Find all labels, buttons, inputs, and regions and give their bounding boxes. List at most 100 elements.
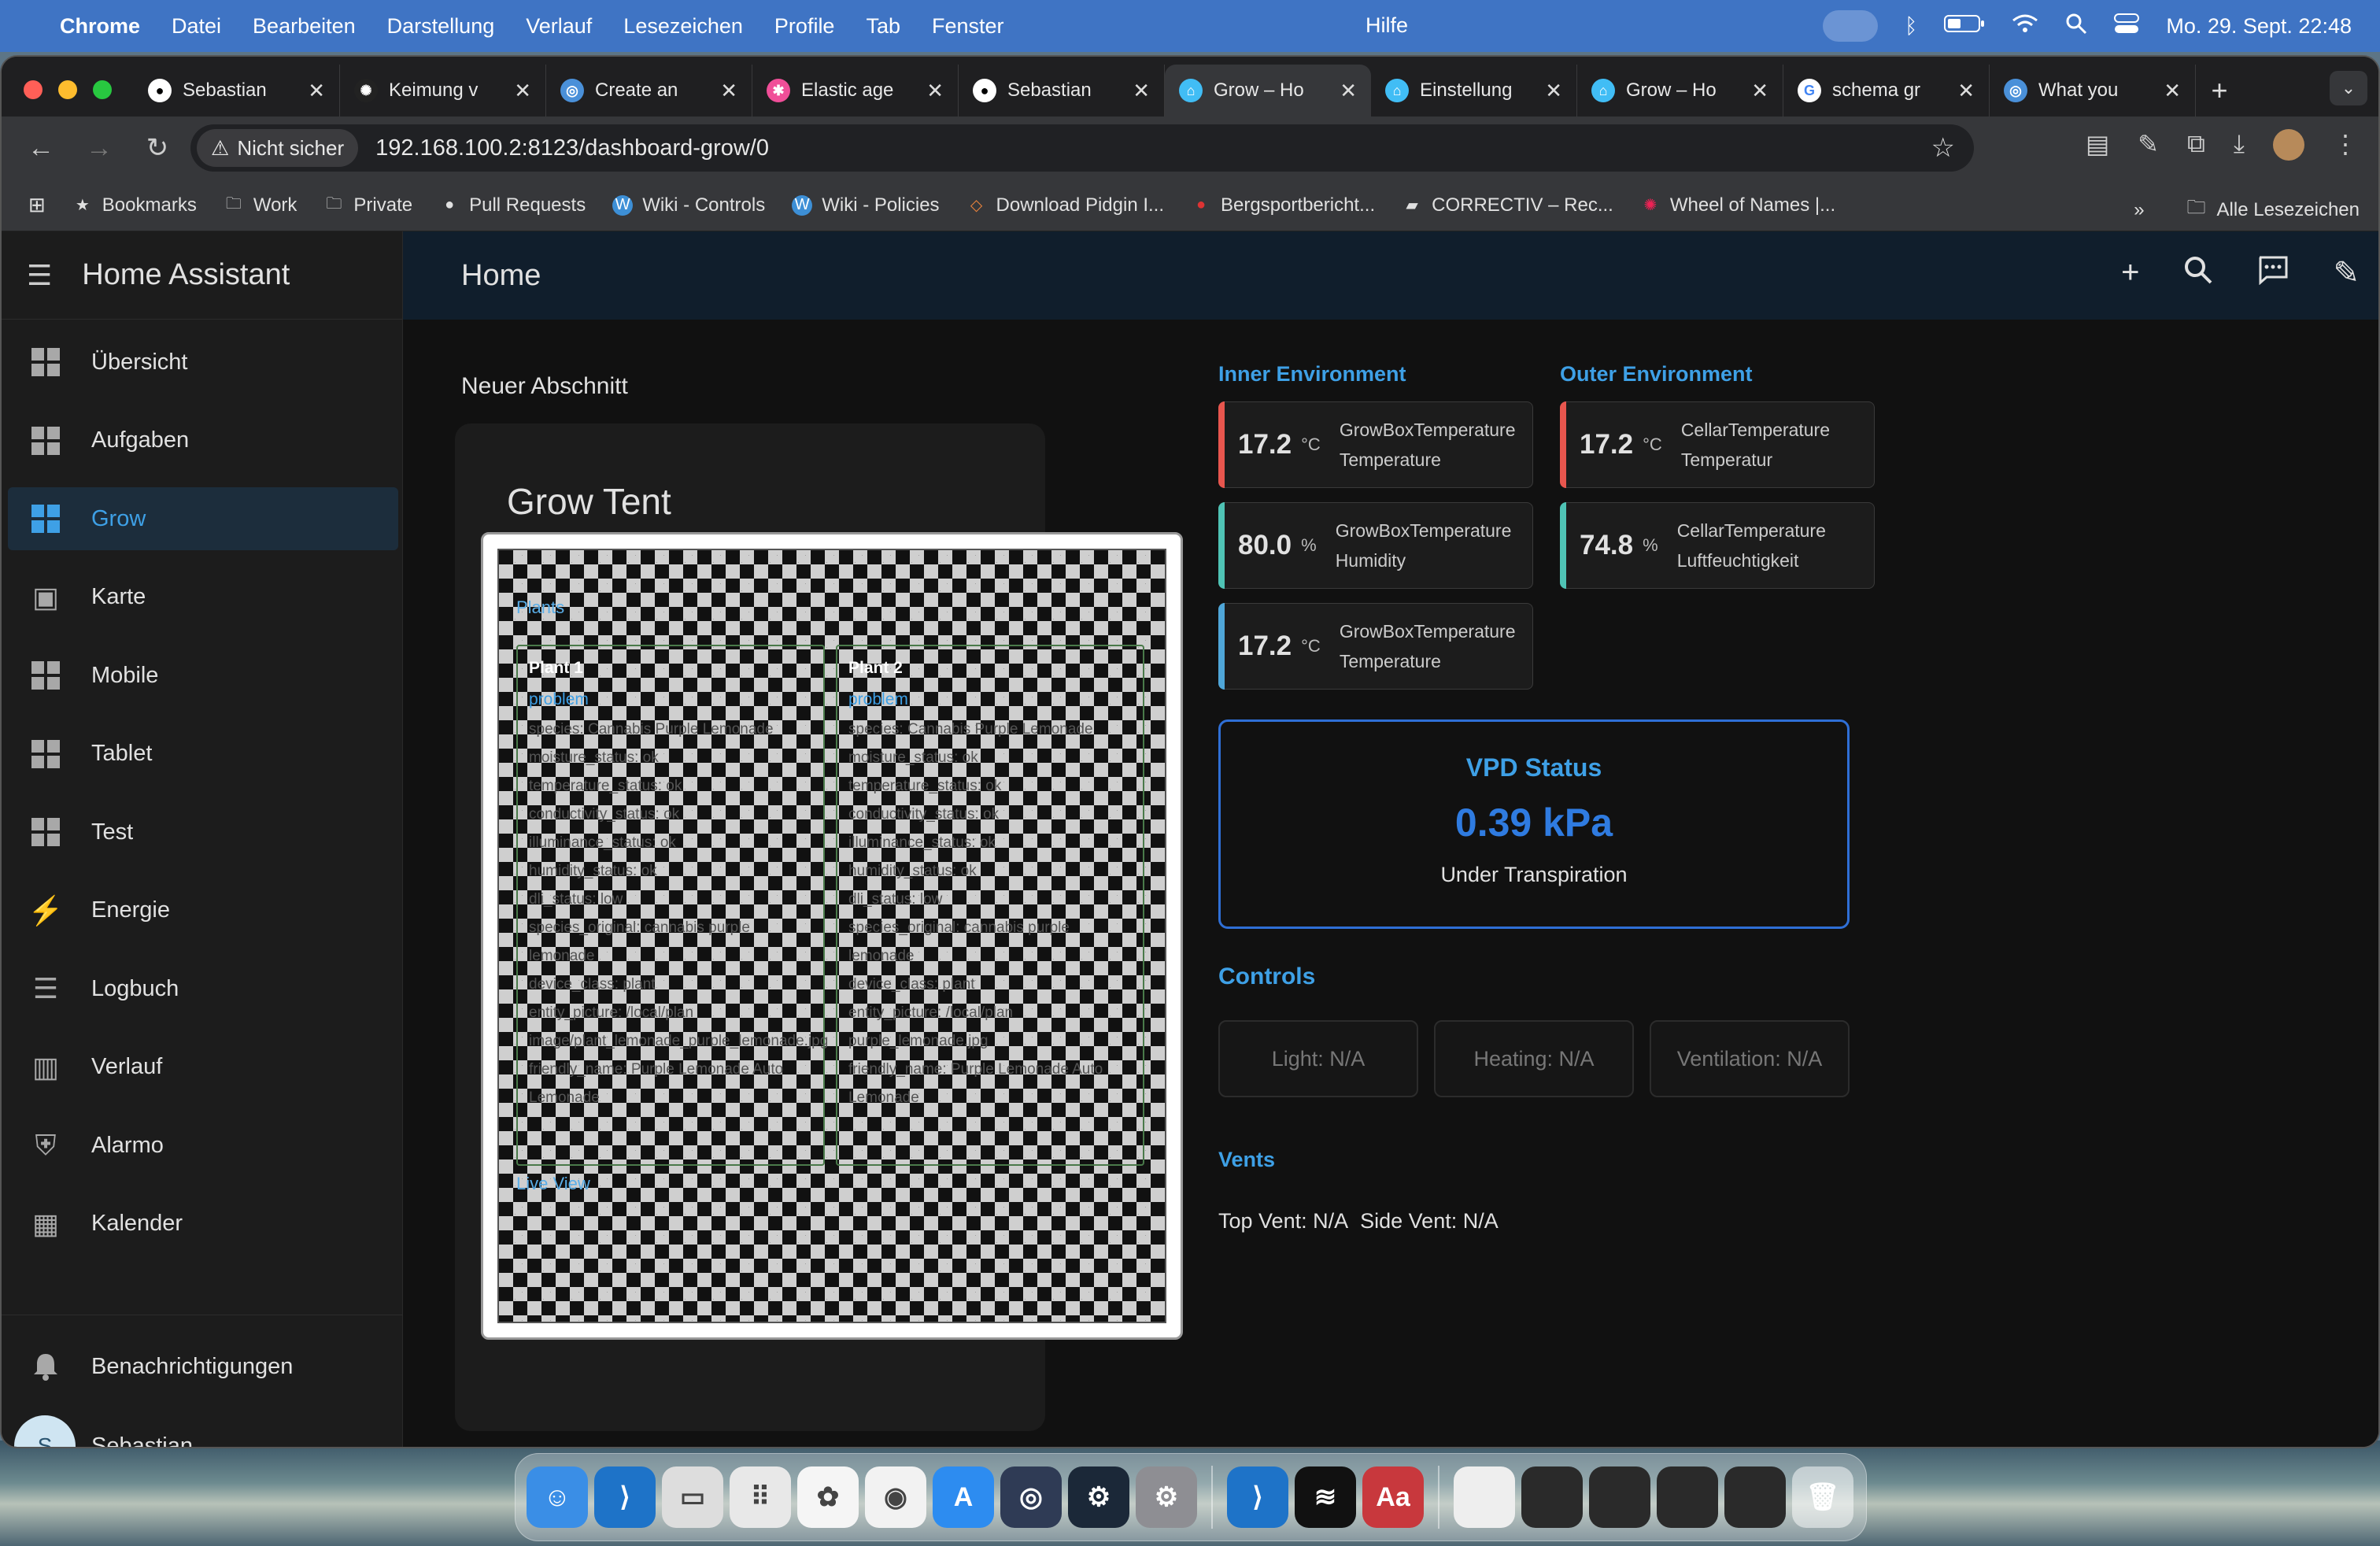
menu-lesezeichen[interactable]: Lesezeichen	[623, 14, 743, 39]
trash-icon[interactable]: 🗑	[1792, 1466, 1853, 1528]
tab-3[interactable]: ◎ Create an ✕	[546, 65, 752, 117]
close-tab-icon[interactable]: ✕	[1545, 79, 1562, 103]
eyedropper-icon[interactable]: ✎	[2138, 129, 2159, 161]
vscode-icon[interactable]: ⟩	[1227, 1466, 1288, 1528]
ventilation-control-button[interactable]: Ventilation: N/A	[1650, 1020, 1850, 1097]
window-thumbnail[interactable]	[1657, 1466, 1718, 1528]
menu-app-name[interactable]: Chrome	[60, 14, 140, 39]
notes-icon[interactable]: ▭	[662, 1466, 723, 1528]
menu-datei[interactable]: Datei	[172, 14, 221, 39]
close-window-button[interactable]	[24, 80, 42, 99]
close-tab-icon[interactable]: ✕	[926, 79, 944, 103]
forward-icon[interactable]: →	[80, 133, 118, 164]
picture-elements-card[interactable]: Plants Plant 1 problem species: Cannabis…	[481, 532, 1183, 1340]
vscode-icon[interactable]: ⟩	[594, 1466, 656, 1528]
bookmark-folder[interactable]: 🗀 Private	[323, 194, 412, 216]
minimize-window-button[interactable]	[58, 80, 77, 99]
tab-5[interactable]: ● Sebastian ✕	[959, 65, 1165, 117]
settings-icon[interactable]: ⚙	[1136, 1466, 1197, 1528]
close-tab-icon[interactable]: ✕	[2164, 79, 2181, 103]
inner-sensor-tile[interactable]: 80.0 % GrowBoxTemperature Humidity	[1218, 502, 1533, 589]
menu-profile[interactable]: Profile	[774, 14, 835, 39]
spotlight-search-icon[interactable]	[2065, 13, 2087, 40]
sidebar-item-notifications[interactable]: Benachrichtigungen	[8, 1335, 398, 1398]
launchpad-icon[interactable]: ⠿	[730, 1466, 791, 1528]
inner-sensor-tile[interactable]: 17.2 °C GrowBoxTemperature Temperature	[1218, 603, 1533, 690]
tab-search-button[interactable]: ⌄	[2330, 71, 2367, 105]
heating-control-button[interactable]: Heating: N/A	[1434, 1020, 1634, 1097]
close-tab-icon[interactable]: ✕	[514, 79, 531, 103]
photos-icon[interactable]: ✿	[797, 1466, 859, 1528]
not-secure-chip[interactable]: ⚠ Nicht sicher	[197, 129, 359, 167]
control-center-icon[interactable]	[2114, 13, 2140, 40]
finder-icon[interactable]: ☺	[527, 1466, 588, 1528]
vpd-status-card[interactable]: VPD Status 0.39 kPa Under Transpiration	[1218, 719, 1850, 929]
wifi-icon[interactable]	[2012, 13, 2038, 39]
menu-hilfe[interactable]: Hilfe	[1366, 13, 1408, 38]
bookmark-item[interactable]: ◇ Download Pidgin I...	[966, 194, 1164, 216]
close-tab-icon[interactable]: ✕	[1340, 79, 1357, 103]
sidebar-item-6[interactable]: Tablet	[8, 723, 398, 786]
battery-icon[interactable]	[1944, 13, 1985, 39]
bookmark-item[interactable]: ▰ CORRECTIV – Rec...	[1402, 194, 1613, 216]
window-thumbnail[interactable]	[1589, 1466, 1650, 1528]
sidebar-item-1[interactable]: Übersicht	[8, 331, 398, 394]
bookmark-item[interactable]: ● Bergsportbericht...	[1191, 194, 1375, 216]
tab-10[interactable]: ◎ What you ✕	[1990, 65, 2196, 117]
sidebar-item-9[interactable]: ☰ Logbuch	[8, 957, 398, 1020]
sidebar-item-3[interactable]: Grow	[8, 487, 398, 550]
menubar-datetime[interactable]: Mo. 29. Sept. 22:48	[2166, 14, 2352, 39]
close-tab-icon[interactable]: ✕	[1957, 79, 1975, 103]
bookmark-item[interactable]: W Wiki - Controls	[612, 194, 765, 216]
plant-2-box[interactable]: Plant 2 problem species: Cannabis Purple…	[836, 645, 1144, 1166]
bookmark-folder[interactable]: 🗀 Work	[224, 194, 298, 216]
zoom-window-button[interactable]	[93, 80, 112, 99]
bookmark-star-icon[interactable]: ☆	[1931, 132, 1955, 164]
sidebar-item-8[interactable]: ⚡ Energie	[8, 879, 398, 942]
tab-1[interactable]: ● Sebastian ✕	[134, 65, 340, 117]
all-bookmarks-button[interactable]: » 🗀 Alle Lesezeichen	[2134, 194, 2360, 226]
window-thumbnail[interactable]	[1724, 1466, 1786, 1528]
sidebar-item-11[interactable]: ⛨ Alarmo	[8, 1114, 398, 1177]
outer-sensor-tile[interactable]: 17.2 °C CellarTemperature Temperatur	[1560, 401, 1875, 488]
menu-verlauf[interactable]: Verlauf	[526, 14, 592, 39]
menu-darstellung[interactable]: Darstellung	[387, 14, 495, 39]
add-icon[interactable]: +	[2121, 255, 2139, 293]
search-icon[interactable]	[2183, 255, 2213, 293]
bluetooth-icon[interactable]: ᛒ	[1905, 14, 1917, 39]
back-icon[interactable]: ←	[22, 133, 60, 164]
steam-icon[interactable]: ⚙	[1068, 1466, 1129, 1528]
tab-8[interactable]: ⌂ Grow – Ho ✕	[1577, 65, 1783, 117]
tab-7[interactable]: ⌂ Einstellung ✕	[1371, 65, 1577, 117]
chrome-icon[interactable]: ◉	[865, 1466, 926, 1528]
close-tab-icon[interactable]: ✕	[720, 79, 737, 103]
menu-toggle-icon[interactable]: ☰	[27, 259, 52, 292]
bookmark-item[interactable]: ✺ Wheel of Names |...	[1640, 194, 1835, 216]
edit-pencil-icon[interactable]: ✎	[2333, 255, 2360, 293]
document-icon[interactable]	[1454, 1466, 1515, 1528]
extension-icon[interactable]: ▤	[2086, 129, 2109, 161]
close-tab-icon[interactable]: ✕	[1133, 79, 1150, 103]
sidebar-item-5[interactable]: Mobile	[8, 644, 398, 707]
sidebar-item-12[interactable]: ▦ Kalender	[8, 1193, 398, 1256]
assist-chat-icon[interactable]	[2257, 255, 2289, 293]
new-tab-button[interactable]: +	[2196, 65, 2243, 117]
extensions-puzzle-icon[interactable]: ⧉	[2187, 129, 2205, 161]
tab-2[interactable]: ✺ Keimung v ✕	[340, 65, 546, 117]
sidebar-item-4[interactable]: ▣ Karte	[8, 566, 398, 629]
inner-sensor-tile[interactable]: 17.2 °C GrowBoxTemperature Temperature	[1218, 401, 1533, 488]
reload-icon[interactable]: ↻	[139, 132, 176, 164]
window-thumbnail[interactable]	[1521, 1466, 1583, 1528]
close-tab-icon[interactable]: ✕	[308, 79, 325, 103]
sidebar-item-7[interactable]: Test	[8, 801, 398, 864]
sidebar-item-2[interactable]: Aufgaben	[8, 409, 398, 472]
tab-6[interactable]: ⌂ Grow – Ho ✕	[1165, 65, 1371, 117]
menu-bearbeiten[interactable]: Bearbeiten	[253, 14, 356, 39]
bookmark-item[interactable]: ★ Bookmarks	[72, 194, 197, 216]
menu-fenster[interactable]: Fenster	[932, 14, 1004, 39]
bookmark-item[interactable]: W Wiki - Policies	[792, 194, 940, 216]
plant-1-box[interactable]: Plant 1 problem species: Cannabis Purple…	[516, 645, 828, 1166]
url-text[interactable]: 192.168.100.2:8123/dashboard-grow/0	[375, 135, 769, 161]
more-menu-icon[interactable]: ⋮	[2333, 129, 2358, 161]
sidebar-item-10[interactable]: ▥ Verlauf	[8, 1036, 398, 1099]
